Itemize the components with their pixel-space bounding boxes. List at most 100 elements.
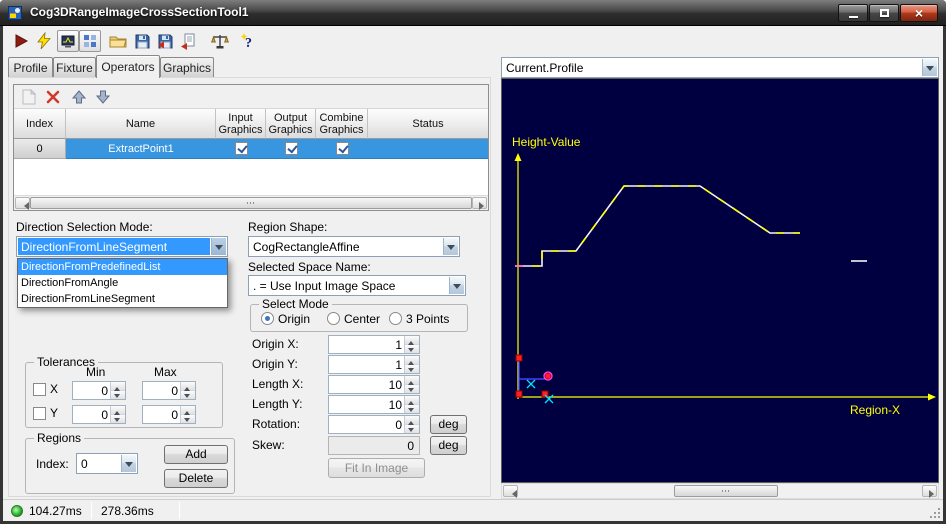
spin-down-icon[interactable]: [111, 415, 125, 423]
row-index-cell[interactable]: 0: [14, 139, 66, 159]
delete-operator-button[interactable]: [43, 87, 63, 107]
delete-region-button[interactable]: Delete: [164, 469, 228, 488]
operators-hscrollbar[interactable]: [14, 195, 488, 210]
spin-down-icon[interactable]: [111, 391, 125, 399]
electrode-toggle-b-button[interactable]: [79, 30, 101, 52]
maximize-icon: [879, 9, 889, 17]
dropdown-option-predefined-list[interactable]: DirectionFromPredefinedList: [18, 259, 227, 275]
spin-down-icon[interactable]: [405, 345, 419, 353]
benchmark-icon: [211, 34, 229, 48]
minimize-button[interactable]: [838, 4, 868, 22]
column-header-name[interactable]: Name: [66, 109, 216, 139]
rotation-spinner[interactable]: 0: [328, 415, 420, 434]
help-button[interactable]: ?: [237, 30, 259, 52]
origin-y-spinner[interactable]: 1: [328, 355, 420, 374]
tab-operators[interactable]: Operators: [96, 55, 160, 78]
open-file-button[interactable]: [107, 30, 129, 52]
move-up-button[interactable]: [69, 87, 89, 107]
electrode-toggle-a-button[interactable]: [57, 30, 79, 52]
tolerance-y-min-spinner[interactable]: 0: [72, 405, 126, 424]
dropdown-option-line-segment[interactable]: DirectionFromLineSegment: [18, 291, 227, 307]
space-name-combo[interactable]: . = Use Input Image Space: [248, 275, 466, 296]
spin-down-icon[interactable]: [181, 415, 195, 423]
spin-down-icon[interactable]: [181, 391, 195, 399]
origin-radio[interactable]: [261, 312, 274, 325]
region-shape-combo[interactable]: CogRectangleAffine: [248, 236, 460, 257]
tolerance-x-max-spinner[interactable]: 0: [142, 381, 196, 400]
spin-up-icon[interactable]: [405, 356, 419, 365]
spin-up-icon[interactable]: [111, 406, 125, 415]
run-button[interactable]: [10, 30, 32, 52]
length-y-spinner[interactable]: 10: [328, 395, 420, 414]
three-points-radio[interactable]: [389, 312, 402, 325]
chevron-down-icon[interactable]: [443, 238, 458, 255]
chevron-down-icon[interactable]: [922, 59, 937, 76]
close-button[interactable]: ×: [900, 4, 938, 22]
scrollbar-thumb[interactable]: [30, 197, 472, 209]
spin-up-icon[interactable]: [405, 336, 419, 345]
center-radio[interactable]: [327, 312, 340, 325]
spin-up-icon[interactable]: [111, 382, 125, 391]
scroll-right-button[interactable]: [922, 485, 937, 498]
chevron-down-icon[interactable]: [121, 455, 136, 472]
spin-up-icon[interactable]: [405, 396, 419, 405]
save-as-button[interactable]: [154, 30, 176, 52]
tolerance-y-max-spinner[interactable]: 0: [142, 405, 196, 424]
tolerance-y-checkbox[interactable]: [33, 407, 46, 420]
tolerance-x-min-spinner[interactable]: 0: [72, 381, 126, 400]
row-name-cell[interactable]: ExtractPoint1: [66, 139, 216, 159]
spin-up-icon[interactable]: [405, 376, 419, 385]
tab-fixture[interactable]: Fixture: [53, 57, 96, 77]
import-button[interactable]: [177, 30, 199, 52]
origin-x-spinner[interactable]: 1: [328, 335, 420, 354]
scroll-left-button[interactable]: [503, 485, 518, 498]
scroll-left-button[interactable]: [15, 197, 30, 210]
chevron-down-icon[interactable]: [211, 238, 226, 255]
direction-mode-value: DirectionFromLineSegment: [18, 238, 210, 255]
move-down-button[interactable]: [93, 87, 113, 107]
add-operator-button[interactable]: [19, 87, 39, 107]
save-button[interactable]: [131, 30, 153, 52]
skew-deg-button[interactable]: deg: [430, 436, 467, 455]
chevron-down-icon[interactable]: [449, 277, 464, 294]
combine-graphics-checkbox[interactable]: [335, 142, 349, 155]
region-index-combo[interactable]: 0: [76, 453, 138, 474]
spin-up-icon[interactable]: [181, 406, 195, 415]
column-header-status[interactable]: Status: [368, 109, 488, 139]
regions-group: Regions Index: 0 Add Delete: [25, 431, 235, 494]
maximize-button[interactable]: [869, 4, 899, 22]
spin-down-icon[interactable]: [405, 425, 419, 433]
tab-profile[interactable]: Profile: [8, 57, 53, 77]
length-x-spinner[interactable]: 10: [328, 375, 420, 394]
scrollbar-thumb[interactable]: [674, 485, 778, 497]
spin-down-icon[interactable]: [405, 405, 419, 413]
rotation-deg-button[interactable]: deg: [430, 415, 467, 434]
column-header-index[interactable]: Index: [14, 109, 66, 139]
tolerance-x-checkbox[interactable]: [33, 383, 46, 396]
title-bar[interactable]: Cog3DRangeImageCrossSectionTool1 ×: [0, 0, 946, 26]
min-header: Min: [86, 365, 106, 379]
spin-up-icon[interactable]: [181, 382, 195, 391]
benchmark-button[interactable]: [209, 30, 231, 52]
dropdown-option-angle[interactable]: DirectionFromAngle: [18, 275, 227, 291]
status-separator: [179, 502, 180, 519]
tab-graphics[interactable]: Graphics: [160, 57, 214, 77]
column-header-combine-graphics[interactable]: Combine Graphics: [316, 109, 368, 139]
output-graphics-checkbox[interactable]: [284, 142, 298, 155]
input-graphics-checkbox[interactable]: [234, 142, 248, 155]
spin-down-icon[interactable]: [405, 365, 419, 373]
run-continuous-button[interactable]: [33, 30, 55, 52]
spin-up-icon[interactable]: [405, 416, 419, 425]
column-header-output-graphics[interactable]: Output Graphics: [266, 109, 316, 139]
profile-selector-combo[interactable]: Current.Profile: [501, 57, 939, 78]
resize-grip[interactable]: [927, 505, 941, 519]
add-region-button[interactable]: Add: [164, 445, 228, 464]
spin-down-icon[interactable]: [405, 385, 419, 393]
scroll-right-button[interactable]: [472, 197, 487, 210]
direction-mode-combo[interactable]: DirectionFromLineSegment: [16, 236, 228, 257]
row-status-cell[interactable]: [368, 139, 488, 159]
fit-in-image-button[interactable]: Fit In Image: [328, 458, 425, 478]
profile-display[interactable]: Height-Value Region-X: [501, 78, 939, 483]
profile-hscrollbar[interactable]: [501, 483, 939, 499]
column-header-input-graphics[interactable]: Input Graphics: [216, 109, 266, 139]
